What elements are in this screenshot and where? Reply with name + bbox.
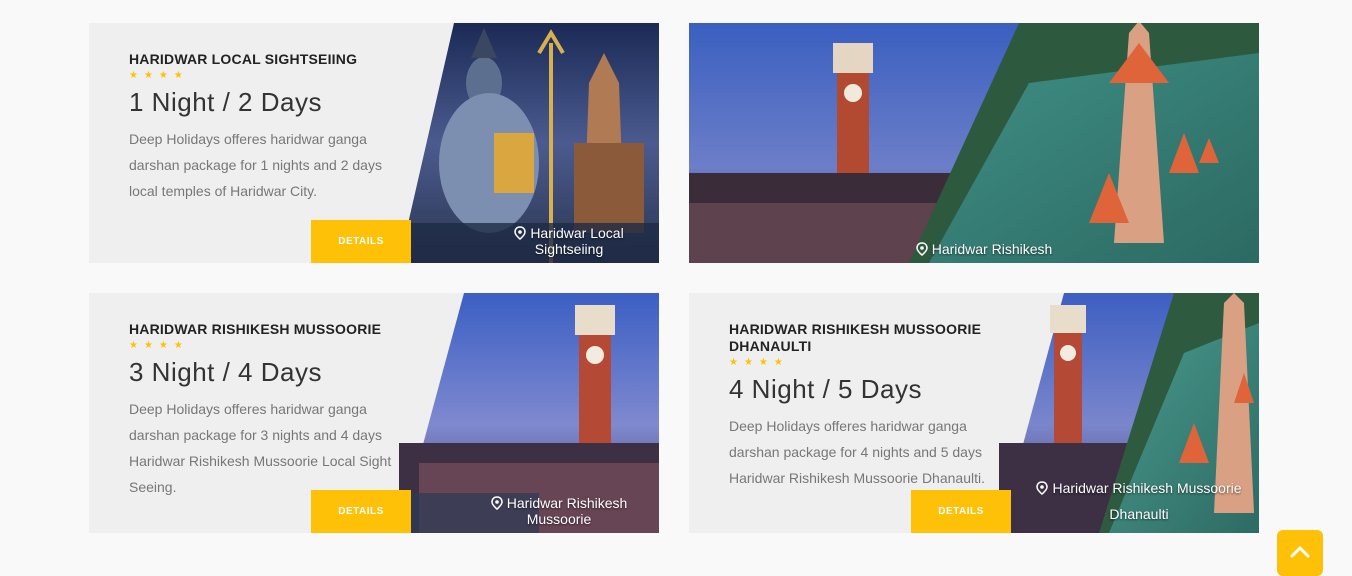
package-image[interactable]: DETAILS Haridwar Rishikesh Mussoorie Dha… xyxy=(911,293,1259,533)
details-button[interactable]: DETAILS xyxy=(311,220,411,263)
card-text: HARIDWAR LOCAL SIGHTSEIING ★★★★ 1 Night … xyxy=(129,51,399,204)
package-card-haridwar-rishikesh[interactable]: Haridwar Rishikesh xyxy=(689,23,1259,263)
package-description: Deep Holidays offeres haridwar ganga dar… xyxy=(129,401,392,495)
chevron-up-icon xyxy=(1290,544,1310,561)
rating-stars: ★★★★ xyxy=(729,357,789,368)
map-pin-icon xyxy=(1036,481,1049,495)
package-duration: 1 Night / 2 Days xyxy=(129,87,322,117)
location-label[interactable]: Haridwar Rishikesh xyxy=(899,241,1069,257)
location-text: Haridwar Rishikesh xyxy=(931,241,1053,257)
location-text: Haridwar Rishikesh Mussoorie xyxy=(506,495,628,527)
card-title[interactable]: HARIDWAR RISHIKESH MUSSOORIE DHANAULTI xyxy=(729,321,1004,355)
scroll-top-button[interactable] xyxy=(1277,530,1323,576)
location-label[interactable]: Haridwar Rishikesh Mussoorie xyxy=(459,495,659,527)
package-card-haridwar-local: HARIDWAR LOCAL SIGHTSEIING ★★★★ 1 Night … xyxy=(89,23,659,263)
package-card-haridwar-rishikesh-mussoorie-dhanaulti: HARIDWAR RISHIKESH MUSSOORIE DHANAULTI ★… xyxy=(689,293,1259,533)
card-title[interactable]: HARIDWAR RISHIKESH MUSSOORIE xyxy=(129,321,399,338)
rating-stars: ★★★★ xyxy=(129,70,189,81)
location-label[interactable]: Haridwar Local Sightseiing xyxy=(479,225,659,257)
map-pin-icon xyxy=(514,226,527,240)
package-image[interactable]: DETAILS Haridwar Rishikesh Mussoorie xyxy=(311,293,659,533)
location-text: Haridwar Local Sightseiing xyxy=(530,225,624,257)
package-duration: 3 Night / 4 Days xyxy=(129,357,322,387)
details-button[interactable]: DETAILS xyxy=(311,490,411,533)
location-label[interactable]: Haridwar Rishikesh Mussoorie Dhanaulti xyxy=(1019,475,1259,527)
location-text: Haridwar Rishikesh Mussoorie Dhanaulti xyxy=(1052,480,1242,522)
package-image xyxy=(689,23,1259,263)
rating-stars: ★★★★ xyxy=(129,340,189,351)
card-title[interactable]: HARIDWAR LOCAL SIGHTSEIING xyxy=(129,51,399,68)
card-text: HARIDWAR RISHIKESH MUSSOORIE ★★★★ 3 Nigh… xyxy=(129,321,399,500)
package-description: Deep Holidays offeres haridwar ganga dar… xyxy=(129,131,382,199)
card-text: HARIDWAR RISHIKESH MUSSOORIE DHANAULTI ★… xyxy=(729,321,1004,491)
package-duration: 4 Night / 5 Days xyxy=(729,374,922,404)
details-button[interactable]: DETAILS xyxy=(911,490,1011,533)
package-image[interactable]: DETAILS Haridwar Local Sightseiing xyxy=(311,23,659,263)
package-card-haridwar-rishikesh-mussoorie: HARIDWAR RISHIKESH MUSSOORIE ★★★★ 3 Nigh… xyxy=(89,293,659,533)
map-pin-icon xyxy=(915,242,928,256)
map-pin-icon xyxy=(490,496,503,510)
package-description: Deep Holidays offeres haridwar ganga dar… xyxy=(729,418,985,486)
